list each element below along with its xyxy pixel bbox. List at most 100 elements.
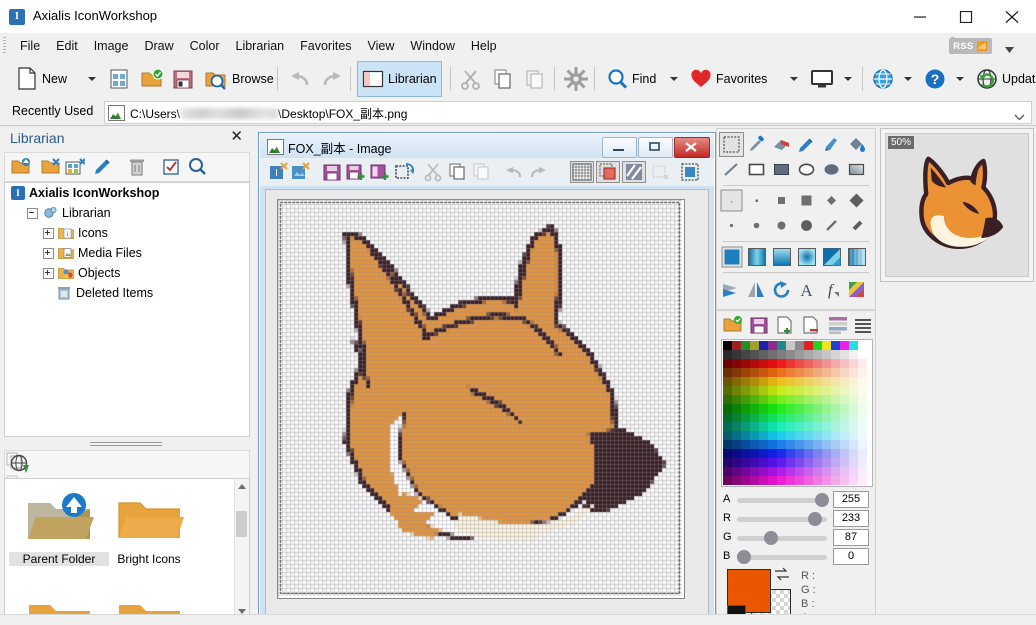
swap-colors-icon[interactable]: [773, 566, 791, 585]
palette-color-cell[interactable]: [813, 404, 822, 413]
fill-vertical-icon[interactable]: [769, 244, 794, 269]
favorites-dropdown-button[interactable]: [786, 62, 802, 96]
palette-color-cell[interactable]: [813, 449, 822, 458]
diamond-small-icon[interactable]: [819, 188, 844, 213]
palette-color-cell[interactable]: [768, 386, 777, 395]
delete-icon[interactable]: [127, 157, 147, 177]
menu-item-color[interactable]: Color: [182, 35, 228, 57]
palette-color-cell[interactable]: [759, 350, 768, 359]
palette-color-cell[interactable]: [804, 413, 813, 422]
palette-color-cell[interactable]: [732, 368, 741, 377]
palette-color-cell[interactable]: [813, 458, 822, 467]
palette-color-cell[interactable]: [822, 458, 831, 467]
color-slider-b[interactable]: B0: [723, 548, 869, 566]
palette-color-cell[interactable]: [795, 386, 804, 395]
palette-color-cell[interactable]: [795, 458, 804, 467]
palette-color-cell[interactable]: [849, 413, 858, 422]
palette-color-cell[interactable]: [804, 440, 813, 449]
palette-color-cell[interactable]: [858, 368, 867, 377]
palette-color-cell[interactable]: [831, 467, 840, 476]
librarian-tree[interactable]: I Axialis IconWorkshop Librarian i Icons Medi…: [4, 182, 250, 437]
palette-color-cell[interactable]: [768, 440, 777, 449]
palette-color-cell[interactable]: [849, 341, 858, 350]
menu-drag-grip[interactable]: [3, 37, 6, 55]
palette-color-cell[interactable]: [777, 377, 786, 386]
palette-color-cell[interactable]: [813, 395, 822, 404]
palette-color-cell[interactable]: [723, 368, 732, 377]
tree-expander[interactable]: [43, 227, 54, 239]
palette-color-cell[interactable]: [831, 431, 840, 440]
palette-color-cell[interactable]: [759, 395, 768, 404]
palette-color-cell[interactable]: [813, 386, 822, 395]
tree-expander[interactable]: [43, 247, 54, 259]
palette-color-cell[interactable]: [813, 368, 822, 377]
palette-color-cell[interactable]: [741, 449, 750, 458]
palette-color-cell[interactable]: [831, 341, 840, 350]
palette-color-cell[interactable]: [786, 350, 795, 359]
palette-color-cell[interactable]: [840, 422, 849, 431]
palette-color-cell[interactable]: [804, 449, 813, 458]
palette-color-cell[interactable]: [768, 377, 777, 386]
palette-color-cell[interactable]: [741, 368, 750, 377]
stroke-thin-icon[interactable]: [819, 213, 844, 238]
palette-color-cell[interactable]: [822, 377, 831, 386]
palette-color-cell[interactable]: [750, 395, 759, 404]
pencil-icon[interactable]: [794, 132, 819, 157]
cut-button[interactable]: [456, 62, 486, 96]
palette-color-cell[interactable]: [849, 404, 858, 413]
palette-color-cell[interactable]: [768, 341, 777, 350]
palette-color-cell[interactable]: [759, 449, 768, 458]
palette-color-cell[interactable]: [795, 431, 804, 440]
palette-color-cell[interactable]: [795, 359, 804, 368]
palette-color-cell[interactable]: [723, 341, 732, 350]
palette-color-cell[interactable]: [795, 476, 804, 485]
palette-color-cell[interactable]: [777, 467, 786, 476]
checker-toggle-icon[interactable]: [622, 161, 646, 183]
palette-color-cell[interactable]: [849, 359, 858, 368]
flip-h-icon[interactable]: [719, 277, 744, 302]
palette-color-cell[interactable]: [849, 467, 858, 476]
palette-color-cell[interactable]: [795, 350, 804, 359]
palette-color-cell[interactable]: [822, 449, 831, 458]
dot-1-icon[interactable]: [744, 188, 769, 213]
palette-color-cell[interactable]: [804, 458, 813, 467]
fill-pattern-icon[interactable]: [844, 244, 869, 269]
palette-color-cell[interactable]: [750, 386, 759, 395]
palette-color-cell[interactable]: [732, 413, 741, 422]
palette-color-cell[interactable]: [849, 368, 858, 377]
palette-color-cell[interactable]: [759, 368, 768, 377]
slider-value[interactable]: 255: [833, 491, 869, 508]
palette-color-cell[interactable]: [858, 395, 867, 404]
palette-color-cell[interactable]: [768, 395, 777, 404]
palette-color-cell[interactable]: [777, 368, 786, 377]
library-grid-scrollbar[interactable]: [234, 479, 249, 619]
download-web-icon[interactable]: [10, 454, 32, 476]
palette-color-cell[interactable]: [858, 386, 867, 395]
pixel-canvas-wrapper[interactable]: [277, 199, 685, 599]
rect-filled-icon[interactable]: [769, 157, 794, 182]
palette-color-cell[interactable]: [840, 449, 849, 458]
tree-item-deleted-items[interactable]: Deleted Items: [5, 283, 249, 303]
rss-dropdown-caret[interactable]: [1005, 42, 1014, 56]
palette-color-cell[interactable]: [822, 431, 831, 440]
slider-knob[interactable]: [808, 512, 823, 526]
dot-small-icon[interactable]: [744, 213, 769, 238]
palette-color-cell[interactable]: [831, 413, 840, 422]
palette-color-cell[interactable]: [804, 467, 813, 476]
palette-color-cell[interactable]: [732, 386, 741, 395]
save-button[interactable]: [168, 62, 198, 96]
tree-item-icons[interactable]: i Icons: [5, 223, 249, 243]
help-button[interactable]: ?: [920, 62, 950, 96]
ellipse-filled-icon[interactable]: [819, 157, 844, 182]
palette-color-cell[interactable]: [723, 377, 732, 386]
fill-linear-icon[interactable]: [744, 244, 769, 269]
palette-color-cell[interactable]: [786, 431, 795, 440]
palette-color-cell[interactable]: [795, 377, 804, 386]
palette-color-cell[interactable]: [777, 458, 786, 467]
palette-color-cell[interactable]: [804, 476, 813, 485]
palette-color-cell[interactable]: [831, 422, 840, 431]
rotate-icon[interactable]: [769, 277, 794, 302]
palette-color-cell[interactable]: [777, 413, 786, 422]
gradient-list-icon[interactable]: [827, 315, 847, 335]
square-5-icon[interactable]: [794, 188, 819, 213]
